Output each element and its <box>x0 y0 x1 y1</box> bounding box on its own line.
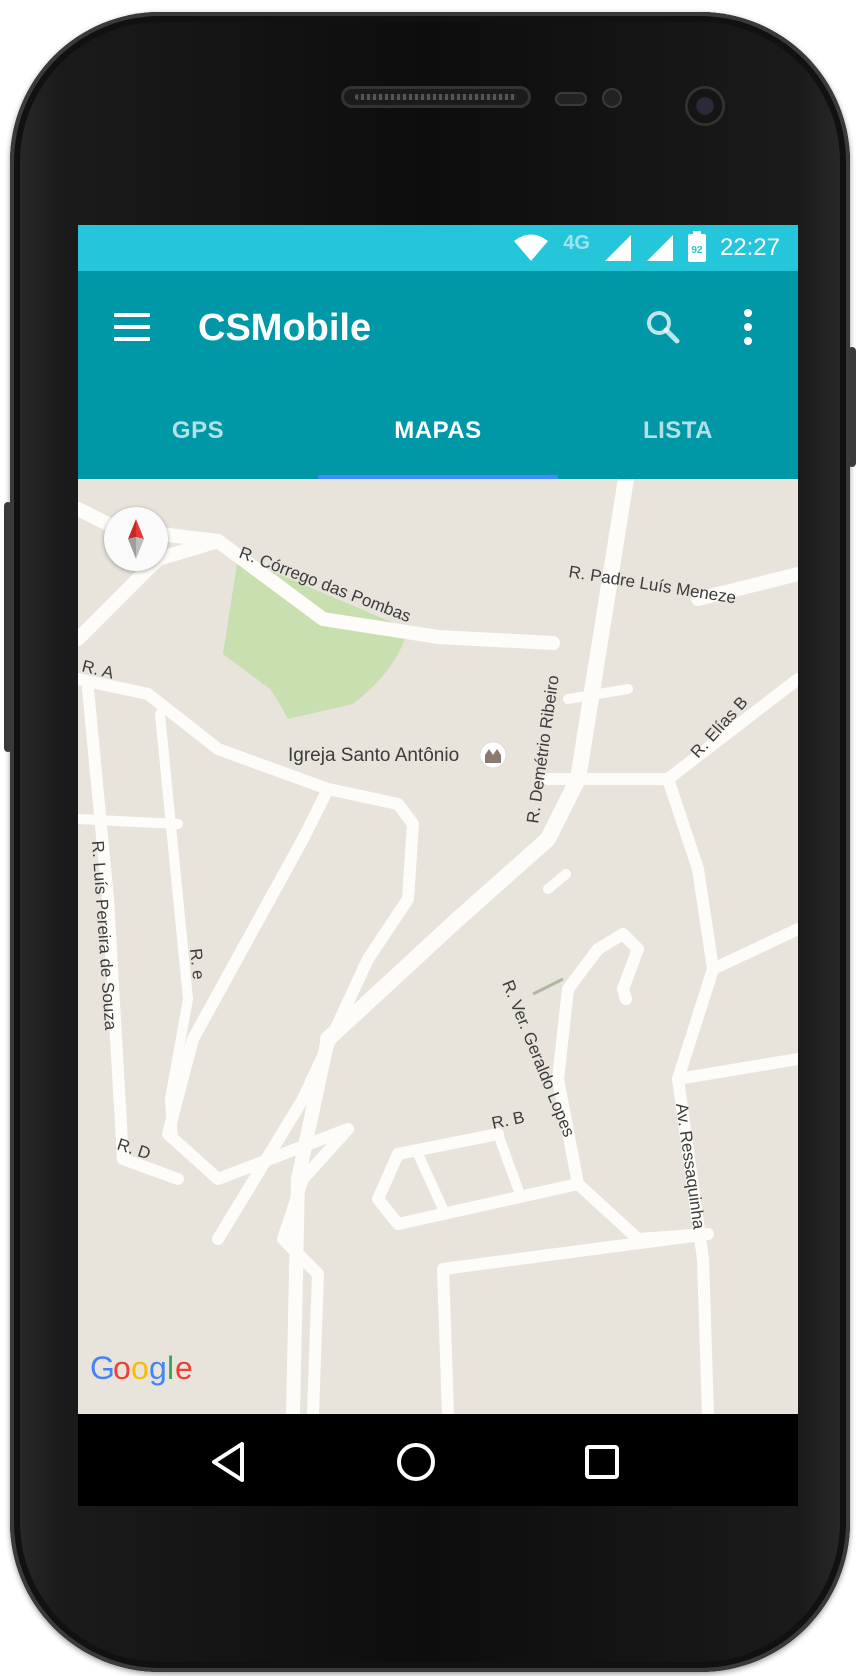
map-label-igreja: Igreja Santo Antônio <box>288 745 459 766</box>
road-ressa <box>662 773 719 1414</box>
road-east-2 <box>672 1053 798 1085</box>
svg-text:o: o <box>113 1350 130 1386</box>
app-title: CSMobile <box>198 307 372 349</box>
road-loop-inner <box>413 1149 448 1214</box>
map-label-padre: R. Padre Luís Meneze <box>567 562 737 607</box>
wifi-icon <box>514 234 549 261</box>
battery-level: 92 <box>691 245 703 256</box>
svg-text:G: G <box>90 1350 114 1386</box>
signal-icon-2 <box>646 235 673 261</box>
road-south-3 <box>437 1178 714 1414</box>
road-loop-inner-2 <box>493 1129 523 1194</box>
tab-bar: GPS MAPAS LISTA <box>78 383 798 479</box>
hamburger-menu-icon[interactable] <box>114 313 150 341</box>
map-label-rb: R. B <box>490 1107 526 1132</box>
home-circle-icon[interactable] <box>392 1438 440 1486</box>
back-triangle-icon[interactable] <box>206 1438 254 1486</box>
earpiece-speaker <box>341 86 531 108</box>
front-camera <box>685 86 725 126</box>
road-loop <box>372 928 644 1230</box>
network-type-label: 4G <box>563 231 590 254</box>
screen: 4G 92 22:27 CSMobile GPS MAPAS LISTA R. … <box>78 225 798 1506</box>
proximity-sensor <box>555 92 587 106</box>
church-icon[interactable] <box>479 741 507 769</box>
svg-text:g: g <box>149 1350 166 1386</box>
volume-button <box>4 502 12 752</box>
map-label-demetrio: R. Demétrio Ribeiro <box>523 674 563 824</box>
app-bar: CSMobile <box>78 271 798 383</box>
map-label-re: R. e <box>186 947 208 980</box>
signal-icon <box>604 235 631 261</box>
light-sensor <box>602 88 622 108</box>
map-canvas: R. Córrego das Pombas R. Padre Luís Mene… <box>78 479 798 1414</box>
tab-lista[interactable]: LISTA <box>558 383 798 479</box>
svg-text:o: o <box>131 1350 148 1386</box>
tab-mapas[interactable]: MAPAS <box>318 383 558 479</box>
tab-gps[interactable]: GPS <box>78 383 318 479</box>
road-cross <box>78 814 183 829</box>
map-label-ressaquinha: Av. Ressaquinha <box>672 1102 709 1231</box>
status-bar: 4G 92 22:27 <box>78 225 798 271</box>
clock: 22:27 <box>719 234 780 261</box>
map-view[interactable]: R. Córrego das Pombas R. Padre Luís Mene… <box>78 479 798 1414</box>
road-diagonal-1 <box>162 783 354 1185</box>
compass-icon[interactable] <box>104 507 168 571</box>
rail-line <box>532 977 564 996</box>
road-stub <box>543 869 571 894</box>
power-button <box>848 347 856 467</box>
road-spur <box>563 684 633 704</box>
more-vert-icon[interactable] <box>738 305 758 349</box>
status-icons: 4G 92 22:27 <box>513 225 780 271</box>
phone-frame: 4G 92 22:27 CSMobile GPS MAPAS LISTA R. … <box>4 12 856 1672</box>
recents-square-icon[interactable] <box>578 1438 626 1486</box>
battery-icon: 92 <box>687 231 706 262</box>
svg-text:e: e <box>175 1350 192 1386</box>
navigation-bar <box>78 1414 798 1506</box>
svg-text:l: l <box>167 1350 174 1386</box>
search-icon[interactable] <box>643 307 683 347</box>
road-east <box>707 923 798 975</box>
